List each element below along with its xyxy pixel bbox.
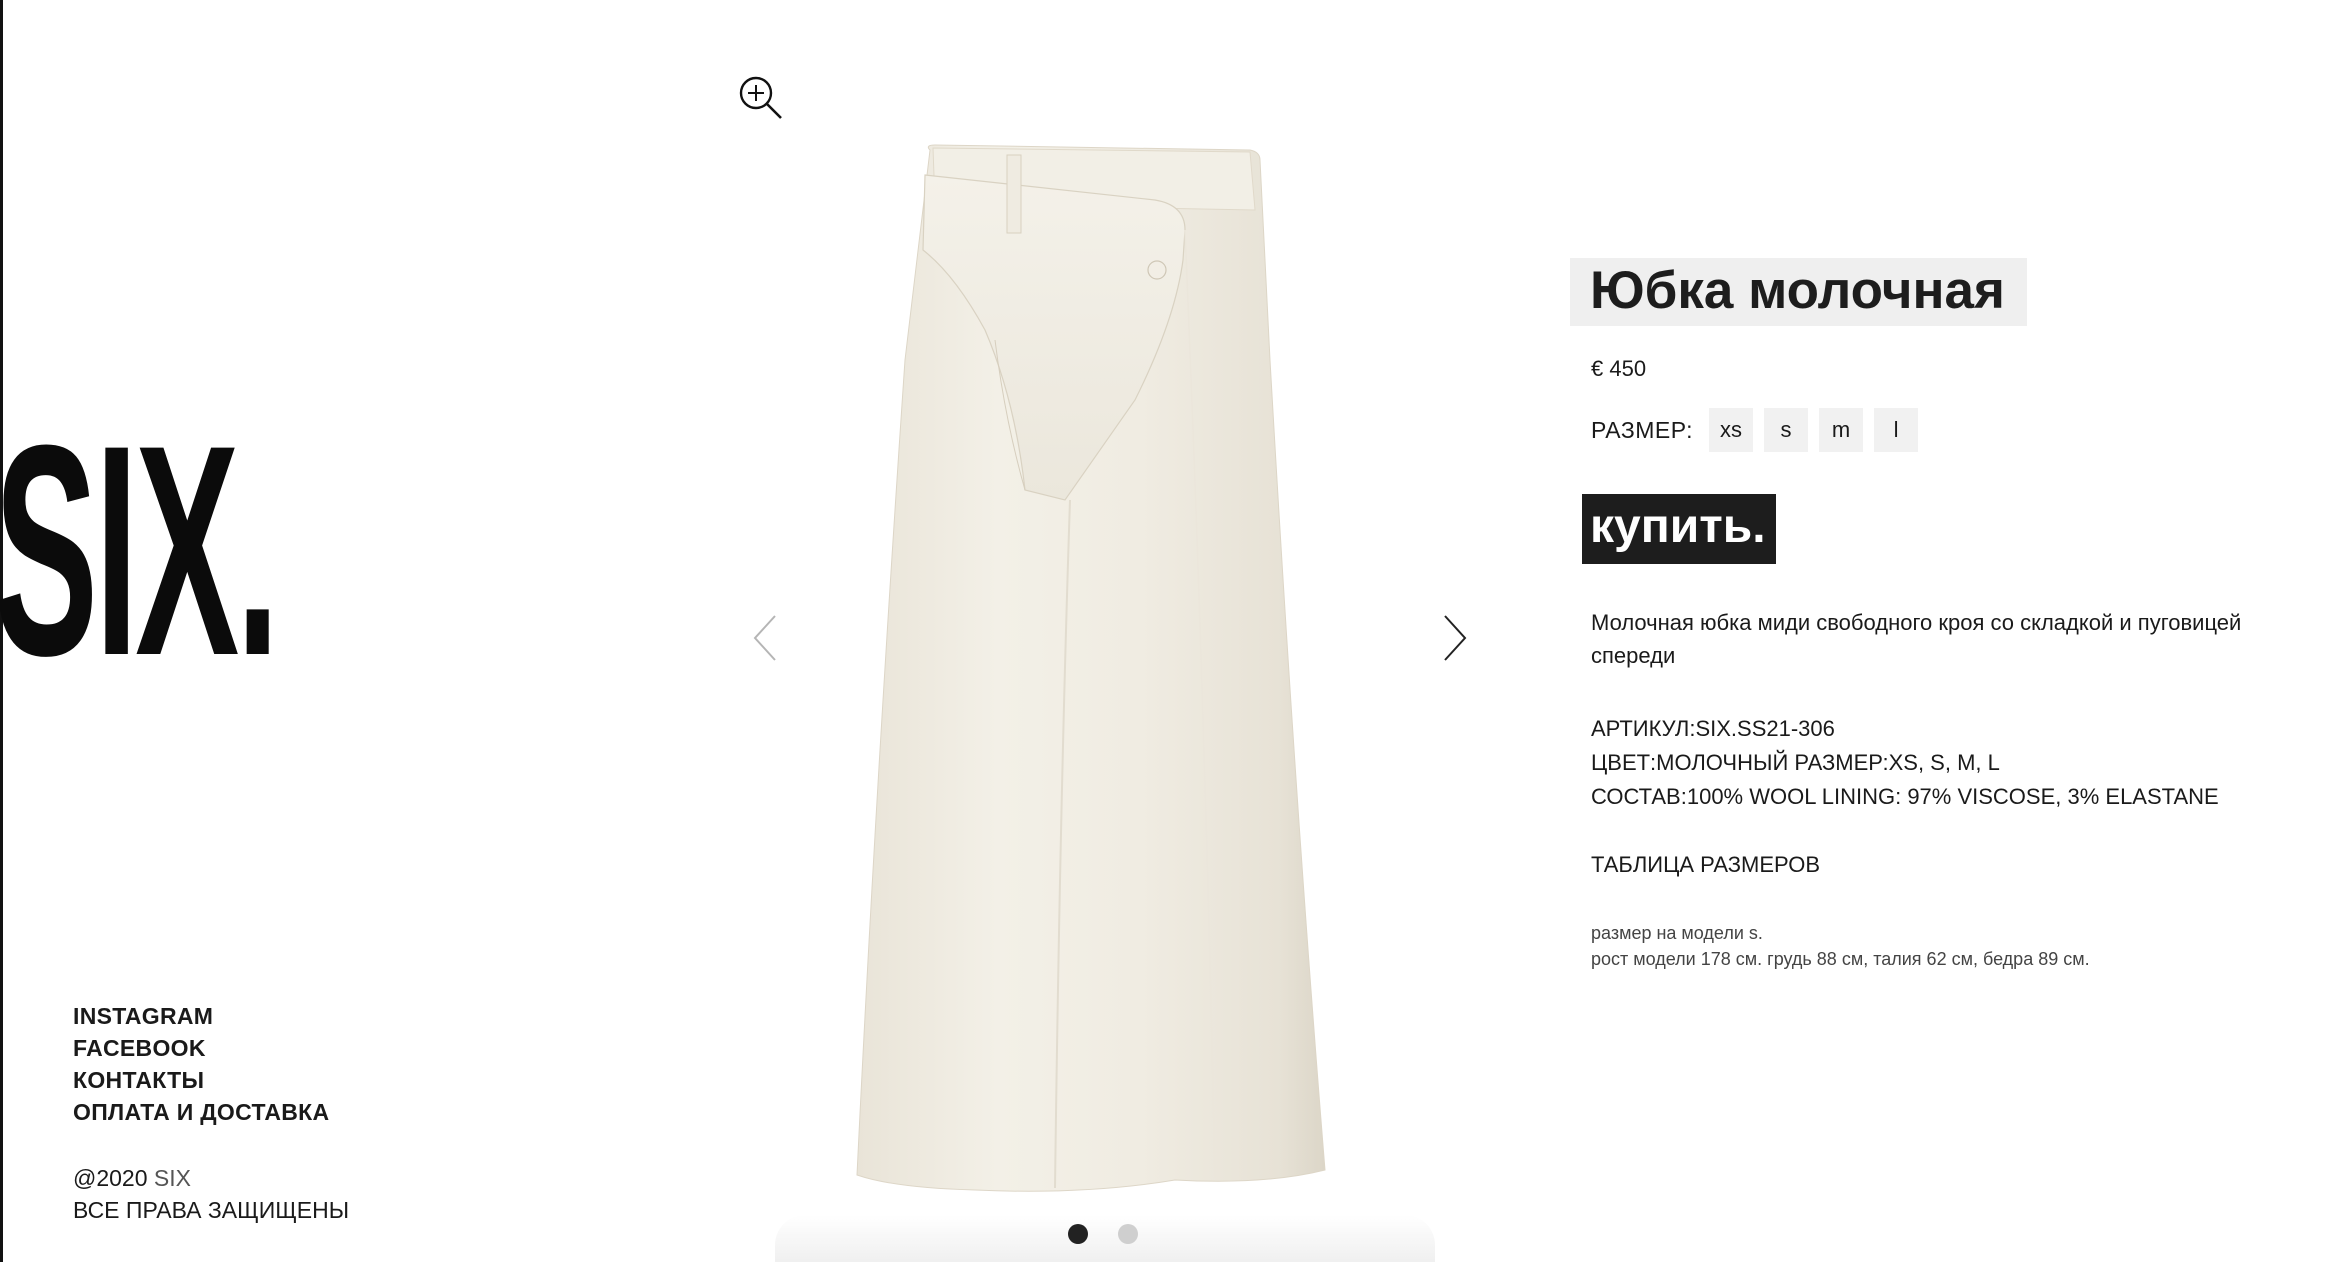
footer-link-facebook[interactable]: FACEBOOK	[73, 1032, 329, 1064]
size-option-m[interactable]: m	[1819, 408, 1864, 452]
copyright-year: @2020	[73, 1165, 148, 1191]
footer-link-instagram[interactable]: INSTAGRAM	[73, 1000, 329, 1032]
size-label: РАЗМЕР:	[1591, 416, 1694, 443]
product-image[interactable]	[855, 100, 1335, 1215]
copyright: @2020 SIX ВСЕ ПРАВА ЗАЩИЩЕНЫ	[73, 1162, 349, 1226]
copyright-line: @2020 SIX	[73, 1162, 349, 1194]
spec-article: АРТИКУЛ:SIX.SS21-306	[1591, 716, 1835, 741]
size-selector: РАЗМЕР: xs s m l	[1591, 408, 2270, 452]
footer-link-payment-delivery[interactable]: ОПЛАТА И ДОСТАВКА	[73, 1096, 329, 1128]
rights-reserved: ВСЕ ПРАВА ЗАЩИЩЕНЫ	[73, 1197, 350, 1223]
pagination-dot-1[interactable]	[1068, 1224, 1088, 1244]
product-description: Молочная юбка миди свободного кроя со ск…	[1591, 610, 2242, 668]
gallery-pagination	[1068, 1224, 1138, 1244]
copyright-brand: SIX	[153, 1165, 191, 1191]
size-option-s[interactable]: s	[1764, 408, 1809, 452]
spec-color-size: ЦВЕТ:МОЛОЧНЫЙ РАЗМЕР:XS, S, M, L	[1591, 750, 2000, 775]
model-measurements: рост модели 178 см. грудь 88 см, талия 6…	[1591, 949, 2090, 969]
footer-nav: INSTAGRAM FACEBOOK КОНТАКТЫ ОПЛАТА И ДОС…	[73, 1000, 329, 1128]
pagination-dot-2[interactable]	[1118, 1224, 1138, 1244]
brand-logo[interactable]: SIX.	[0, 400, 279, 700]
buy-button[interactable]: купить.	[1582, 494, 1776, 564]
product-title: Юбка молочная	[1570, 258, 2027, 326]
zoom-in-icon[interactable]	[735, 72, 785, 122]
product-price: € 450	[1591, 356, 1647, 381]
product-specs: АРТИКУЛ:SIX.SS21-306 ЦВЕТ:МОЛОЧНЫЙ РАЗМЕ…	[1591, 712, 2270, 814]
footer-link-contacts[interactable]: КОНТАКТЫ	[73, 1064, 329, 1096]
spec-composition: СОСТАВ:100% WOOL LINING: 97% VISCOSE, 3%…	[1591, 784, 2219, 809]
chevron-left-icon[interactable]	[745, 608, 785, 668]
size-option-l[interactable]: l	[1874, 408, 1919, 452]
product-info: Юбка молочная € 450 РАЗМЕР: xs s m l куп…	[1570, 258, 2270, 972]
size-option-xs[interactable]: xs	[1709, 408, 1754, 452]
model-info: размер на модели s. рост модели 178 см. …	[1591, 920, 2270, 972]
product-page: SIX. INSTAGRAM FACEBOOK КОНТАКТЫ ОПЛАТА …	[0, 0, 2344, 1262]
product-gallery	[735, 40, 1475, 1262]
chevron-right-icon[interactable]	[1435, 608, 1475, 668]
model-size: размер на модели s.	[1591, 923, 1763, 943]
size-table-link[interactable]: ТАБЛИЦА РАЗМЕРОВ	[1591, 852, 2270, 878]
